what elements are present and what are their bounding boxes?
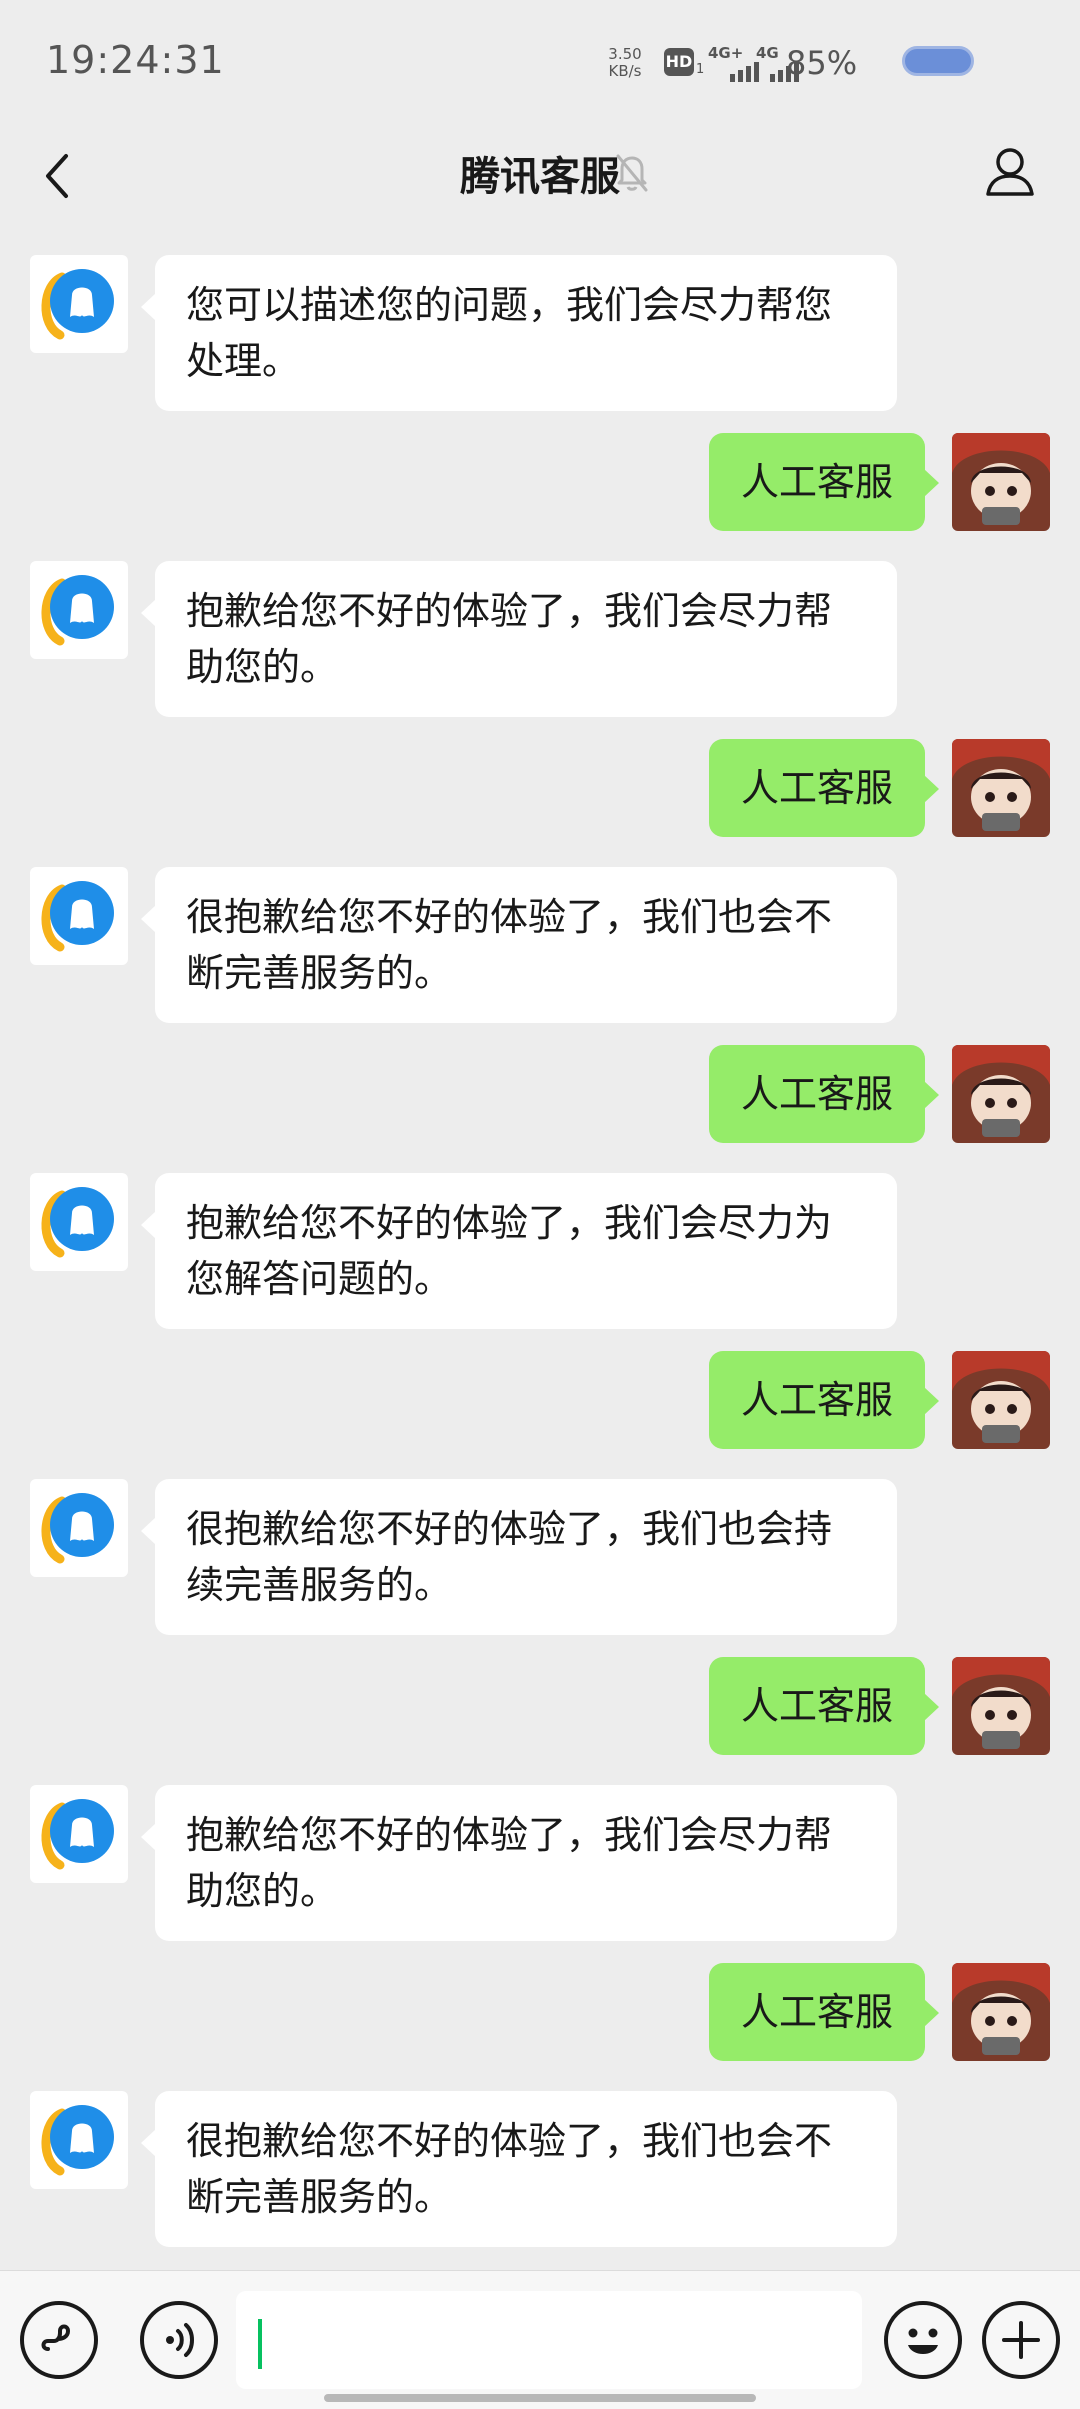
qq-service-logo-icon <box>41 1799 114 1870</box>
page-title-wrap: 腾讯客服 <box>0 144 1080 202</box>
user-avatar[interactable] <box>952 433 1050 531</box>
network-speed-value: 3.50 <box>608 45 642 63</box>
mini-program-icon[interactable] <box>20 2301 98 2379</box>
battery-percent: 85% <box>786 44 858 82</box>
message-input[interactable] <box>236 2291 862 2389</box>
service-avatar[interactable] <box>30 2091 128 2189</box>
incoming-bubble[interactable]: 很抱歉给您不好的体验了，我们也会不断完善服务的。 <box>141 867 897 1023</box>
qq-service-logo-icon <box>41 2105 114 2176</box>
home-indicator[interactable] <box>324 2394 756 2402</box>
mute-bell-icon <box>612 150 652 194</box>
outgoing-bubble[interactable]: 人工客服 <box>708 1351 940 1449</box>
signal-1-label: 4G+ <box>708 44 744 62</box>
outgoing-bubble[interactable]: 人工客服 <box>708 739 940 837</box>
status-time: 19:24:31 <box>46 38 225 82</box>
outgoing-bubble[interactable]: 人工客服 <box>708 1963 940 2061</box>
incoming-bubble[interactable]: 您可以描述您的问题，我们会尽力帮您处理。 <box>141 255 897 411</box>
qq-service-logo-icon <box>41 1187 114 1258</box>
service-avatar[interactable] <box>30 255 128 353</box>
qq-service-logo-icon <box>41 269 114 340</box>
incoming-bubble[interactable]: 很抱歉给您不好的体验了，我们也会持续完善服务的。 <box>141 1479 897 1635</box>
qq-service-logo-icon <box>41 1493 114 1564</box>
plus-icon[interactable] <box>982 2301 1060 2379</box>
outgoing-bubble[interactable]: 人工客服 <box>708 1045 940 1143</box>
hd-sim-index: 1 <box>696 62 705 77</box>
voice-icon[interactable] <box>140 2301 218 2379</box>
service-avatar[interactable] <box>30 561 128 659</box>
chat-header: 腾讯客服 <box>0 126 1080 230</box>
text-caret <box>258 2319 262 2369</box>
service-avatar[interactable] <box>30 1479 128 1577</box>
outgoing-bubble[interactable]: 人工客服 <box>708 433 940 531</box>
network-speed: 3.50 KB/s <box>600 46 650 80</box>
outgoing-bubble[interactable]: 人工客服 <box>708 1657 940 1755</box>
user-avatar[interactable] <box>952 1657 1050 1755</box>
emoji-icon[interactable] <box>884 2301 962 2379</box>
hd-volte-icon: HD <box>664 48 694 76</box>
qq-service-logo-icon <box>41 881 114 952</box>
incoming-bubble[interactable]: 很抱歉给您不好的体验了，我们也会不断完善服务的。 <box>141 2091 897 2247</box>
qq-service-logo-icon <box>41 575 114 646</box>
user-avatar[interactable] <box>952 739 1050 837</box>
incoming-bubble[interactable]: 抱歉给您不好的体验了，我们会尽力帮助您的。 <box>141 1785 897 1941</box>
status-bar: 19:24:31 3.50 KB/s HD 1 4G+ 4G 85% <box>0 0 1080 126</box>
page-title: 腾讯客服 <box>460 154 620 200</box>
incoming-bubble[interactable]: 抱歉给您不好的体验了，我们会尽力帮助您的。 <box>141 561 897 717</box>
network-speed-unit: KB/s <box>608 62 642 80</box>
profile-icon[interactable] <box>982 142 1038 202</box>
input-bar <box>0 2270 1080 2409</box>
incoming-bubble[interactable]: 抱歉给您不好的体验了，我们会尽力为您解答问题的。 <box>141 1173 897 1329</box>
message-list[interactable]: 您可以描述您的问题，我们会尽力帮您处理。 人工客服 抱歉给您不好的体验了，我们会… <box>0 230 1080 2270</box>
user-avatar[interactable] <box>952 1351 1050 1449</box>
service-avatar[interactable] <box>30 1785 128 1883</box>
service-avatar[interactable] <box>30 1173 128 1271</box>
signal-2-label: 4G <box>756 44 779 62</box>
battery-icon <box>902 46 974 76</box>
status-indicators: 3.50 KB/s HD 1 4G+ 4G 85% <box>560 40 1080 86</box>
service-avatar[interactable] <box>30 867 128 965</box>
user-avatar[interactable] <box>952 1045 1050 1143</box>
user-avatar[interactable] <box>952 1963 1050 2061</box>
